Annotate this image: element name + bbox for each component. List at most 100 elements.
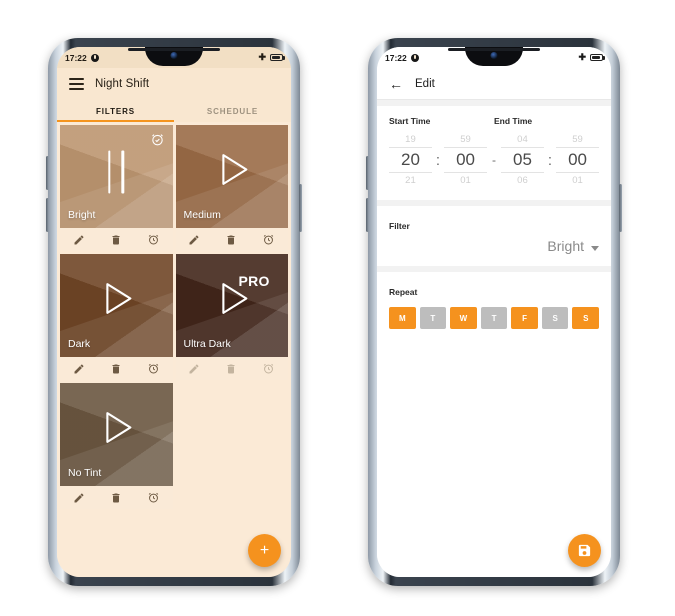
- day-toggle-wednesday[interactable]: W: [450, 307, 477, 329]
- power-button[interactable]: [299, 184, 302, 232]
- filter-thumbnail[interactable]: Dark: [60, 254, 173, 357]
- filter-card-medium[interactable]: Medium: [175, 125, 288, 251]
- phone-device-left: 17:22 ✚ Night Shift FILTERS SCHEDULE Bri…: [46, 38, 302, 586]
- front-camera-icon: [170, 52, 178, 59]
- repeat-panel: Repeat M T W T F S S: [377, 272, 611, 341]
- filter-thumbnail[interactable]: Medium: [175, 125, 288, 228]
- grid-empty-cell: [175, 383, 288, 509]
- alarm-check-icon: [150, 132, 165, 152]
- battery-icon: [270, 53, 285, 62]
- notification-dot-icon: [90, 53, 99, 62]
- edit-icon[interactable]: [73, 234, 85, 246]
- day-toggle-sunday[interactable]: S: [572, 307, 600, 329]
- day-toggle-friday[interactable]: F: [511, 307, 538, 329]
- volume-up-button[interactable]: [46, 156, 49, 190]
- filter-card-bright[interactable]: Bright: [60, 125, 173, 251]
- end-time-picker[interactable]: 04 05 06 : 59 00 01: [501, 132, 600, 188]
- filter-selected-value: Bright: [547, 238, 584, 254]
- end-hour-prev: 04: [517, 134, 528, 145]
- alarm-icon: [262, 362, 275, 375]
- tab-filters[interactable]: FILTERS: [57, 100, 174, 122]
- filter-actions: [175, 357, 288, 380]
- page-title: Edit: [415, 77, 435, 90]
- save-schedule-fab[interactable]: [568, 534, 601, 567]
- filter-actions: [175, 228, 288, 251]
- filter-thumbnail[interactable]: PRO Ultra Dark: [175, 254, 288, 357]
- delete-icon[interactable]: [110, 234, 122, 246]
- pause-icon: [108, 150, 124, 194]
- day-toggle-tuesday[interactable]: T: [419, 307, 447, 329]
- end-hour-value[interactable]: 05: [501, 147, 544, 173]
- time-headers: Start Time End Time: [389, 116, 599, 126]
- filter-thumbnail[interactable]: No Tint: [60, 383, 173, 486]
- start-minute-value[interactable]: 00: [444, 147, 488, 173]
- alarm-icon[interactable]: [147, 491, 160, 504]
- filter-card-dark[interactable]: Dark: [60, 254, 173, 380]
- start-time-picker[interactable]: 19 20 21 : 59 00 01: [389, 132, 488, 188]
- edit-icon[interactable]: [73, 363, 85, 375]
- alarm-icon[interactable]: [147, 233, 160, 246]
- repeat-day-selector: M T W T F S S: [389, 307, 600, 329]
- play-icon: [93, 276, 139, 327]
- filter-card-label: Medium: [183, 209, 221, 221]
- filter-thumbnail[interactable]: Bright: [60, 125, 173, 228]
- start-minute-next: 01: [460, 175, 471, 186]
- edit-schedule-screen: 17:22 ✚ ← Edit Start Time End Time 19 20…: [377, 47, 611, 577]
- back-arrow-icon[interactable]: ←: [389, 77, 403, 91]
- filter-panel: Filter Bright: [377, 206, 611, 266]
- volume-down-button[interactable]: [366, 198, 369, 232]
- start-hour-column[interactable]: 19 20 21: [389, 132, 432, 188]
- airplane-mode-icon: ✚: [258, 52, 266, 62]
- filter-card-label: Ultra Dark: [183, 338, 231, 350]
- end-time-label: End Time: [494, 116, 533, 126]
- filter-card-no-tint[interactable]: No Tint: [60, 383, 173, 509]
- delete-icon[interactable]: [110, 363, 122, 375]
- page-title: Night Shift: [95, 78, 150, 90]
- repeat-label: Repeat: [389, 287, 418, 297]
- day-toggle-thursday[interactable]: T: [480, 307, 508, 329]
- filter-grid: Bright Medium Dark PRO Ultra Dark No Tin…: [57, 122, 291, 577]
- pro-badge: PRO: [238, 272, 270, 289]
- phone-device-right: 17:22 ✚ ← Edit Start Time End Time 19 20…: [366, 38, 622, 586]
- time-panel: Start Time End Time 19 20 21 : 59 00 01 …: [377, 106, 611, 200]
- edit-icon[interactable]: [73, 492, 85, 504]
- end-hour-column[interactable]: 04 05 06: [501, 132, 544, 188]
- app-bar-right: ← Edit: [377, 68, 611, 100]
- chevron-down-icon[interactable]: [591, 246, 599, 251]
- delete-icon: [225, 363, 237, 375]
- start-time-label: Start Time: [389, 116, 431, 126]
- end-minute-value[interactable]: 00: [556, 147, 600, 173]
- alarm-icon[interactable]: [147, 362, 160, 375]
- earpiece-speaker: [128, 48, 220, 51]
- alarm-icon[interactable]: [262, 233, 275, 246]
- end-minute-column[interactable]: 59 00 01: [556, 132, 600, 188]
- day-toggle-monday[interactable]: M: [389, 307, 416, 329]
- battery-icon: [590, 53, 605, 62]
- notification-dot-icon: [410, 53, 419, 62]
- hamburger-menu-icon[interactable]: [69, 78, 84, 90]
- start-hour-value[interactable]: 20: [389, 147, 432, 173]
- edit-icon[interactable]: [188, 234, 200, 246]
- front-camera-icon: [490, 52, 498, 59]
- play-icon: [93, 405, 139, 456]
- filter-card-label: Dark: [68, 338, 91, 350]
- filter-card-label: No Tint: [68, 467, 102, 479]
- filter-card-ultra-dark[interactable]: PRO Ultra Dark: [175, 254, 288, 380]
- phone-screen-right: 17:22 ✚ ← Edit Start Time End Time 19 20…: [377, 47, 611, 577]
- add-filter-fab[interactable]: +: [248, 534, 281, 567]
- end-minute-prev: 59: [572, 134, 583, 145]
- airplane-mode-icon: ✚: [578, 52, 586, 62]
- tab-schedule[interactable]: SCHEDULE: [174, 100, 291, 122]
- power-button[interactable]: [619, 184, 622, 232]
- tab-bar: FILTERS SCHEDULE: [57, 100, 291, 122]
- volume-down-button[interactable]: [46, 198, 49, 232]
- start-minute-column[interactable]: 59 00 01: [444, 132, 488, 188]
- filter-card-label: Bright: [68, 209, 96, 221]
- day-toggle-saturday[interactable]: S: [541, 307, 569, 329]
- delete-icon[interactable]: [225, 234, 237, 246]
- night-shift-app: 17:22 ✚ Night Shift FILTERS SCHEDULE Bri…: [57, 47, 291, 577]
- filter-dropdown[interactable]: Bright: [389, 238, 599, 254]
- delete-icon[interactable]: [110, 492, 122, 504]
- volume-up-button[interactable]: [366, 156, 369, 190]
- end-time-colon: :: [547, 151, 553, 169]
